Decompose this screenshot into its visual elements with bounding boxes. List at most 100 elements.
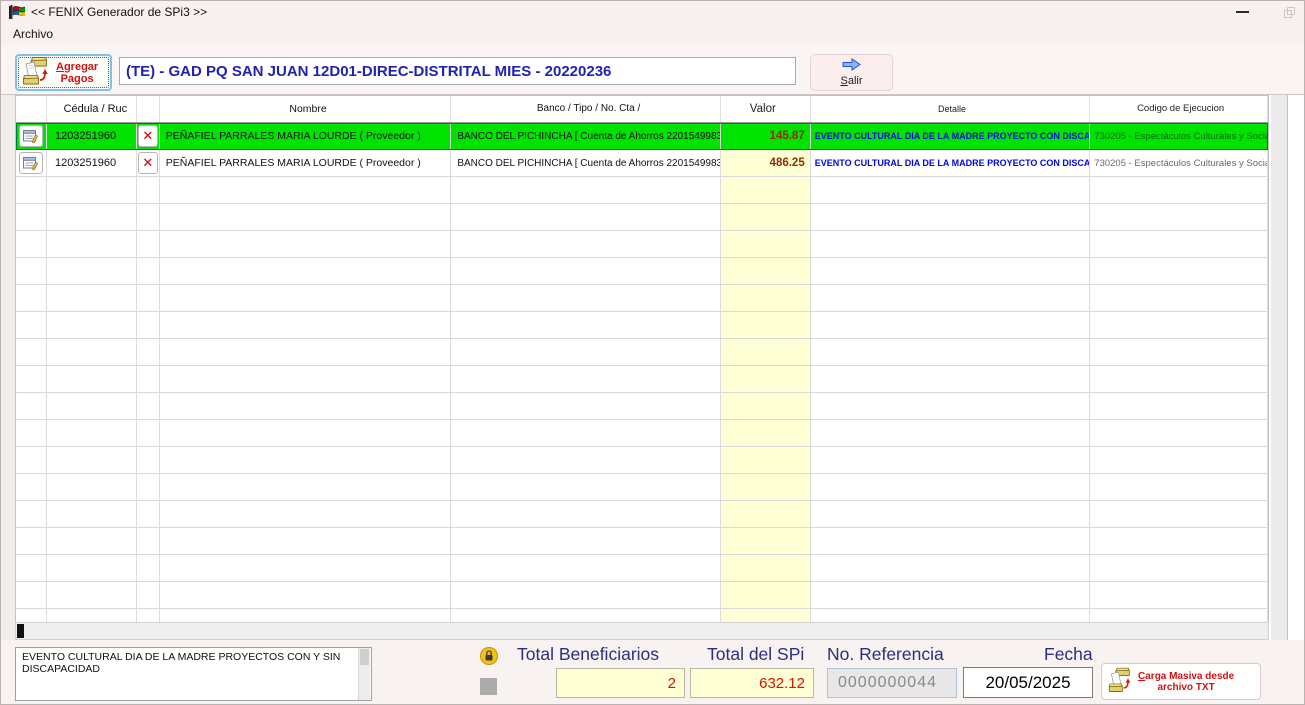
table-row-empty bbox=[16, 231, 1268, 258]
table-row-empty bbox=[16, 177, 1268, 204]
app-window: << FENIX Generador de SPi3 >> Archivo bbox=[0, 0, 1305, 705]
cell-valor bbox=[721, 258, 811, 285]
cell-valor: 145.87 bbox=[721, 123, 811, 150]
cell-nombre bbox=[160, 609, 452, 622]
cell-banco bbox=[451, 609, 721, 622]
cell-valor bbox=[721, 555, 811, 582]
cell-cedula bbox=[47, 339, 137, 366]
grid-horizontal-scrollbar[interactable] bbox=[15, 622, 1269, 640]
detalle-textarea[interactable]: EVENTO CULTURAL DIA DE LA MADRE PROYECTO… bbox=[15, 647, 372, 701]
cell-cedula bbox=[47, 528, 137, 555]
entity-title-field[interactable] bbox=[119, 57, 796, 85]
total-beneficiarios-label: Total Beneficiarios bbox=[517, 644, 659, 665]
cell-cedula bbox=[47, 582, 137, 609]
cell-cedula bbox=[47, 474, 137, 501]
cell-nombre bbox=[160, 339, 452, 366]
cell-banco bbox=[451, 528, 721, 555]
cell-nombre bbox=[160, 285, 452, 312]
delete-cell bbox=[137, 555, 160, 582]
table-row[interactable]: 1203251960✕PEÑAFIEL PARRALES MARIA LOURD… bbox=[16, 123, 1268, 150]
agregar-pagos-button[interactable]: AgregarPagos bbox=[15, 54, 112, 91]
menu-archivo[interactable]: Archivo bbox=[10, 23, 56, 46]
table-row-empty bbox=[16, 582, 1268, 609]
delete-row-button[interactable]: ✕ bbox=[138, 125, 158, 147]
table-row-empty bbox=[16, 312, 1268, 339]
delete-cell: ✕ bbox=[137, 123, 160, 150]
cell-detalle bbox=[811, 258, 1091, 285]
cell-nombre bbox=[160, 366, 452, 393]
edit-cell bbox=[16, 555, 47, 582]
table-row[interactable]: 1203251960✕PEÑAFIEL PARRALES MARIA LOURD… bbox=[16, 150, 1268, 177]
cell-banco bbox=[451, 582, 721, 609]
table-row-empty bbox=[16, 204, 1268, 231]
cell-nombre bbox=[160, 528, 452, 555]
cell-codigo bbox=[1090, 177, 1268, 204]
lock-icon bbox=[480, 647, 498, 665]
cell-detalle bbox=[811, 447, 1091, 474]
edit-cell bbox=[16, 609, 47, 622]
cell-nombre bbox=[160, 420, 452, 447]
detalle-scrollbar[interactable] bbox=[358, 648, 370, 700]
delete-cell bbox=[137, 285, 160, 312]
header-cedula: Cédula / Ruc bbox=[47, 96, 137, 122]
cell-codigo bbox=[1090, 312, 1268, 339]
fecha-field[interactable] bbox=[963, 667, 1093, 698]
cell-detalle bbox=[811, 555, 1091, 582]
cell-nombre bbox=[160, 312, 452, 339]
cell-nombre bbox=[160, 474, 452, 501]
table-row-empty bbox=[16, 501, 1268, 528]
edit-cell bbox=[16, 285, 47, 312]
cell-codigo bbox=[1090, 528, 1268, 555]
cell-codigo bbox=[1090, 258, 1268, 285]
delete-row-button[interactable]: ✕ bbox=[138, 152, 158, 174]
cell-banco bbox=[451, 231, 721, 258]
table-row-empty bbox=[16, 447, 1268, 474]
cell-nombre bbox=[160, 393, 452, 420]
grid-vertical-scrollbar[interactable] bbox=[1271, 95, 1288, 640]
cell-cedula bbox=[47, 393, 137, 420]
minimize-button[interactable] bbox=[1222, 1, 1262, 23]
footer-panel: EVENTO CULTURAL DIA DE LA MADRE PROYECTO… bbox=[1, 640, 1304, 705]
grid-body: 1203251960✕PEÑAFIEL PARRALES MARIA LOURD… bbox=[16, 123, 1268, 622]
edit-row-button[interactable] bbox=[19, 125, 43, 147]
cell-detalle bbox=[811, 204, 1091, 231]
cell-cedula bbox=[47, 312, 137, 339]
cell-banco bbox=[451, 285, 721, 312]
edit-cell bbox=[16, 528, 47, 555]
hscroll-thumb[interactable] bbox=[17, 624, 24, 638]
table-row-empty bbox=[16, 528, 1268, 555]
edit-cell bbox=[16, 312, 47, 339]
carga-masiva-button[interactable]: Carga Masiva desdearchivo TXT bbox=[1101, 663, 1261, 700]
header-nombre: Nombre bbox=[160, 96, 452, 122]
cell-detalle bbox=[811, 177, 1091, 204]
cell-valor bbox=[721, 609, 811, 622]
edit-cell bbox=[16, 177, 47, 204]
cell-valor bbox=[721, 393, 811, 420]
cell-valor bbox=[721, 177, 811, 204]
cell-valor bbox=[721, 420, 811, 447]
header-detalle: Detalle bbox=[811, 96, 1091, 122]
cell-detalle bbox=[811, 528, 1091, 555]
header-banco: Banco / Tipo / No. Cta / bbox=[451, 96, 721, 122]
cell-banco bbox=[451, 312, 721, 339]
cell-valor bbox=[721, 231, 811, 258]
restore-icon bbox=[1284, 7, 1295, 18]
cell-codigo bbox=[1090, 204, 1268, 231]
salir-button[interactable]: Salir bbox=[810, 54, 893, 91]
edit-row-button[interactable] bbox=[19, 152, 43, 174]
payments-grid: Cédula / Ruc Nombre Banco / Tipo / No. C… bbox=[15, 95, 1269, 622]
cell-nombre bbox=[160, 204, 452, 231]
cell-codigo bbox=[1090, 555, 1268, 582]
total-spi-value: 632.12 bbox=[690, 668, 814, 698]
title-bar: << FENIX Generador de SPi3 >> bbox=[1, 1, 1304, 23]
table-row-empty bbox=[16, 420, 1268, 447]
status-square[interactable] bbox=[480, 678, 497, 695]
grid-left-margin bbox=[1, 95, 15, 640]
referencia-label: No. Referencia bbox=[827, 644, 944, 665]
cell-detalle bbox=[811, 420, 1091, 447]
delete-cell bbox=[137, 366, 160, 393]
cell-codigo bbox=[1090, 609, 1268, 622]
restore-button[interactable] bbox=[1269, 1, 1305, 23]
table-row-empty bbox=[16, 366, 1268, 393]
cell-cedula bbox=[47, 231, 137, 258]
